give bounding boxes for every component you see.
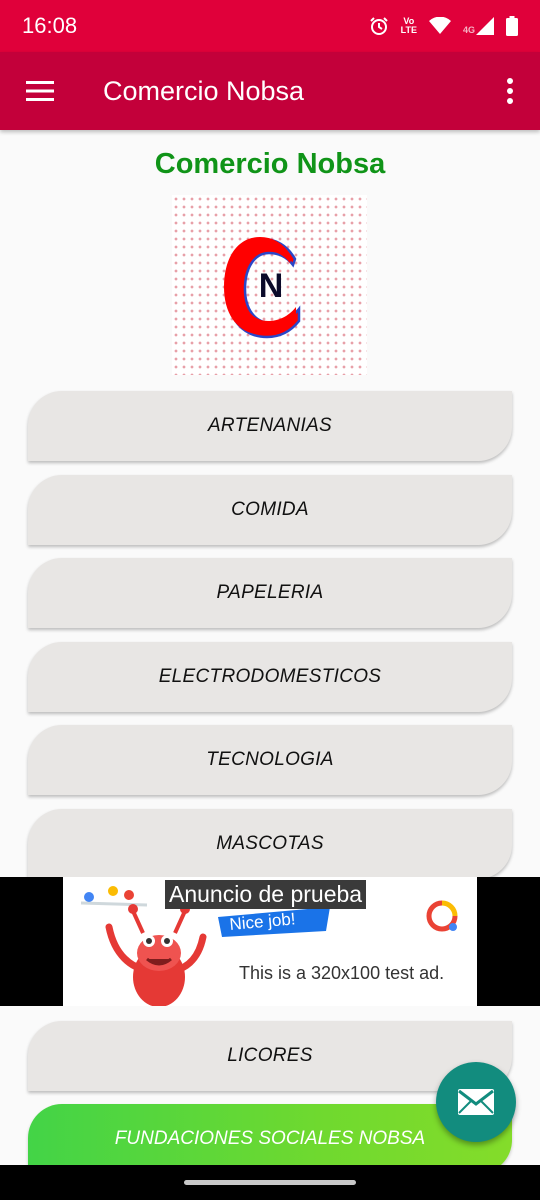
category-label: ARTENANIAS [207,415,333,436]
mail-fab-button[interactable] [436,1062,516,1142]
alarm-icon [369,16,389,36]
system-nav-bar [0,1165,540,1200]
category-label: MASCOTAS [216,833,324,854]
home-gesture-handle[interactable] [184,1180,356,1185]
category-button-tecnologia[interactable]: TECNOLOGIA [28,725,512,795]
volte-label-bottom: LTE [400,25,417,35]
status-bar: 16:08 Vo LTE 4G [0,0,540,52]
mail-icon [458,1089,494,1115]
signal-icon: 4G [463,17,494,35]
category-label: TECNOLOGIA [206,749,334,770]
page-heading: Comercio Nobsa [154,148,386,180]
ad-text: This is a 320x100 test ad. [239,963,445,983]
category-button-mascotas[interactable]: MASCOTAS [28,809,512,879]
menu-button[interactable] [0,52,80,130]
logo: N [172,195,367,375]
category-label: PAPELERIA [216,582,324,603]
menu-icon [26,81,54,101]
category-label: LICORES [227,1045,313,1066]
category-button-electrodomesticos[interactable]: ELECTRODOMESTICOS [28,642,512,712]
ad-brand-logo-icon [426,900,458,932]
volte-icon: Vo LTE [401,17,417,35]
category-button-comida[interactable]: COMIDA [28,475,512,545]
category-label: COMIDA [231,499,309,520]
monster-mascot-icon [105,904,207,1006]
more-vert-icon [507,78,513,104]
category-button-papeleria[interactable]: PAPELERIA [28,558,512,628]
logo-letters: N [259,267,284,305]
status-icons: Vo LTE 4G [369,16,518,36]
ad-label: Anuncio de prueba [165,880,367,909]
app-bar: Comercio Nobsa [0,52,540,130]
battery-icon [506,16,518,36]
app-title: Comercio Nobsa [103,75,305,106]
more-options-button[interactable] [480,52,540,130]
wifi-icon [428,17,451,35]
foundations-label: FUNDACIONES SOCIALES NOBSA [114,1128,426,1149]
category-label: ELECTRODOMESTICOS [158,666,382,687]
nice-job-banner: Nice job! [218,907,330,937]
category-button-artenanias[interactable]: ARTENANIAS [28,391,512,461]
category-button-licores[interactable]: LICORES [28,1021,512,1091]
status-time: 16:08 [22,13,78,38]
network-label: 4G [462,25,475,35]
